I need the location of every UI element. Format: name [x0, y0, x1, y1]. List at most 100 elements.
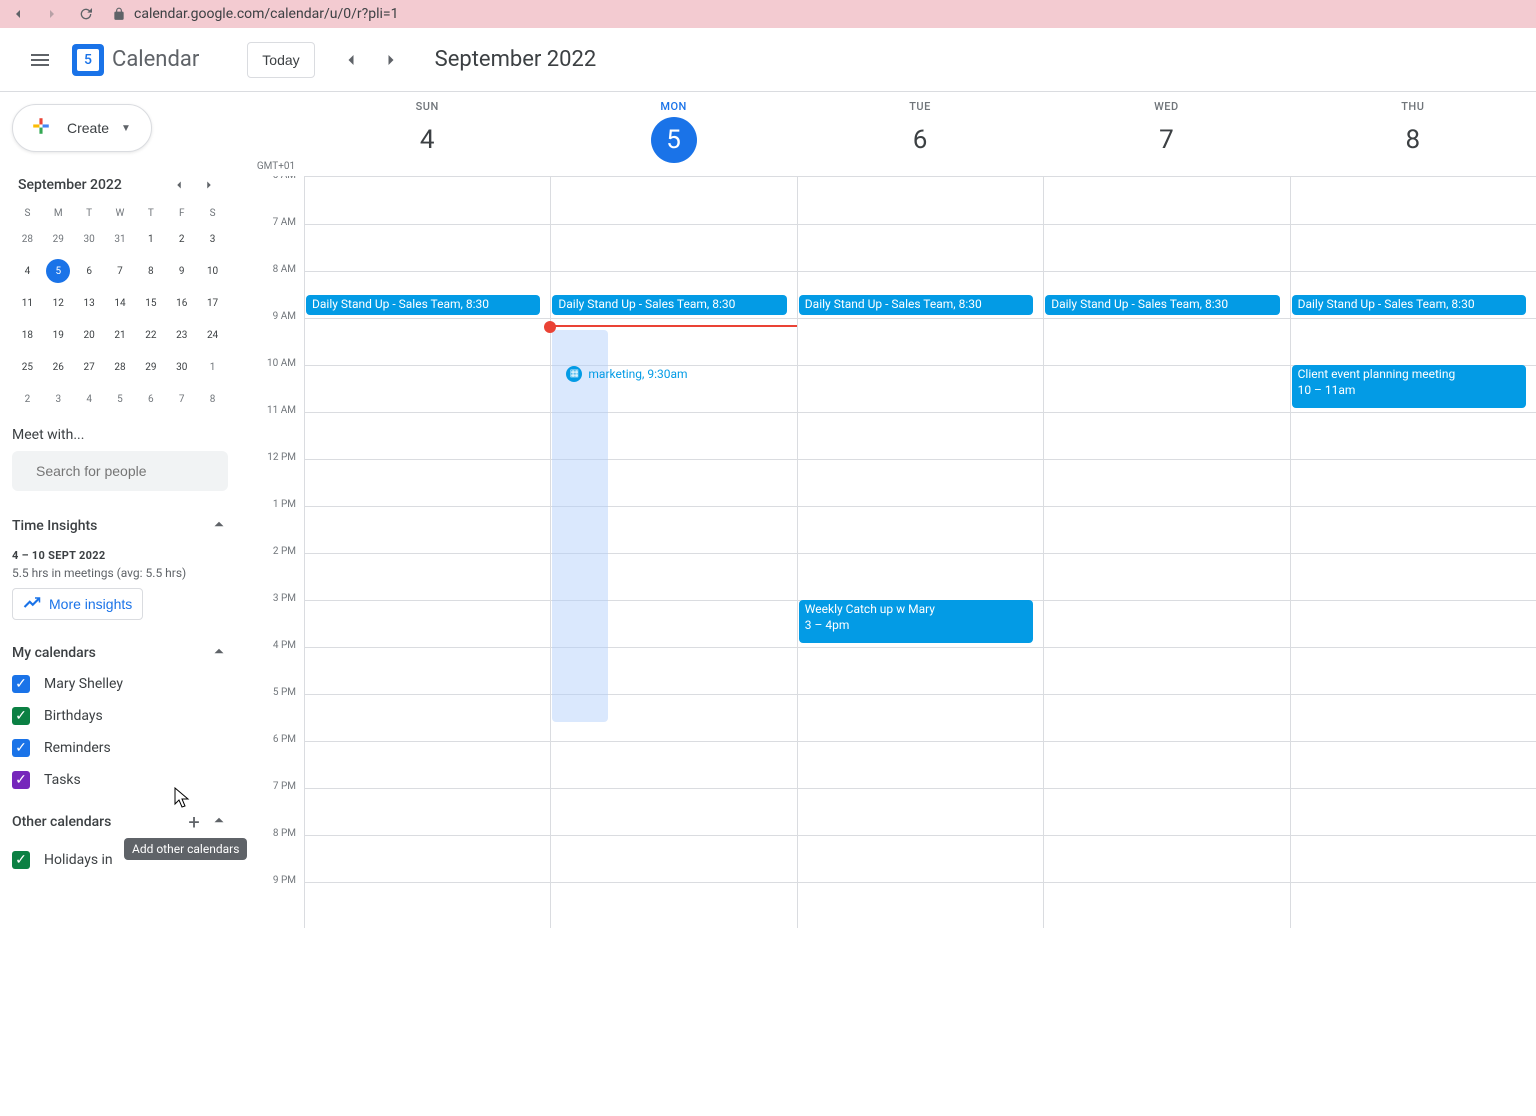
day-header-cell[interactable]: WED7	[1043, 92, 1289, 176]
mini-day[interactable]: 10	[201, 259, 225, 283]
mini-day[interactable]: 29	[139, 355, 163, 379]
mini-day[interactable]: 16	[170, 291, 194, 315]
mini-day[interactable]: 30	[77, 227, 101, 251]
mini-day[interactable]: 5	[46, 259, 70, 283]
mini-day[interactable]: 20	[77, 323, 101, 347]
mini-next-button[interactable]	[196, 172, 222, 198]
event-standup[interactable]: Daily Stand Up - Sales Team, 8:30	[552, 295, 786, 315]
calendar-item[interactable]: ✓Reminders	[12, 732, 228, 764]
mini-day[interactable]: 30	[170, 355, 194, 379]
checkbox[interactable]: ✓	[12, 851, 30, 869]
event-standup[interactable]: Daily Stand Up - Sales Team, 8:30	[1292, 295, 1526, 315]
mini-day[interactable]: 24	[201, 323, 225, 347]
my-calendars-header[interactable]: My calendars	[12, 638, 228, 668]
mini-day[interactable]: 2	[170, 227, 194, 251]
mini-day[interactable]: 9	[170, 259, 194, 283]
day-column[interactable]	[797, 177, 1043, 928]
event-marketing[interactable]: ▦marketing, 9:30am	[566, 366, 687, 382]
time-label: 6 PM	[248, 734, 304, 781]
mini-day[interactable]: 8	[201, 387, 225, 411]
mini-day[interactable]: 8	[139, 259, 163, 283]
checkbox[interactable]: ✓	[12, 707, 30, 725]
mini-day[interactable]: 11	[15, 291, 39, 315]
mini-day[interactable]: 31	[108, 227, 132, 251]
forward-icon[interactable]	[44, 6, 60, 22]
calendar-item[interactable]: ✓Tasks	[12, 764, 228, 796]
reload-icon[interactable]	[78, 6, 94, 22]
mini-day[interactable]: 27	[77, 355, 101, 379]
mini-day[interactable]: 4	[15, 259, 39, 283]
mini-day[interactable]: 29	[46, 227, 70, 251]
mini-day[interactable]: 6	[139, 387, 163, 411]
mini-day[interactable]: 18	[15, 323, 39, 347]
mini-day[interactable]: 6	[77, 259, 101, 283]
day-column[interactable]	[1290, 177, 1536, 928]
mini-day[interactable]: 26	[46, 355, 70, 379]
mini-day[interactable]: 19	[46, 323, 70, 347]
today-button[interactable]: Today	[247, 42, 314, 78]
mini-prev-button[interactable]	[166, 172, 192, 198]
day-header-cell[interactable]: THU8	[1290, 92, 1536, 176]
more-insights-button[interactable]: More insights	[12, 588, 143, 620]
plus-icon	[27, 112, 55, 144]
mini-day[interactable]: 5	[108, 387, 132, 411]
mini-day[interactable]: 13	[77, 291, 101, 315]
prev-period-button[interactable]	[335, 44, 367, 76]
time-label: 6 AM	[248, 176, 304, 217]
event-client-planning[interactable]: Client event planning meeting10 – 11am	[1292, 365, 1526, 408]
mini-calendar-title: September 2022	[18, 177, 122, 193]
mini-dow: M	[43, 208, 74, 219]
mini-day[interactable]: 28	[108, 355, 132, 379]
mini-day[interactable]: 3	[201, 227, 225, 251]
day-column[interactable]	[304, 177, 550, 928]
search-people-input[interactable]	[36, 463, 217, 479]
event-standup[interactable]: Daily Stand Up - Sales Team, 8:30	[306, 295, 540, 315]
create-button[interactable]: Create ▼	[12, 104, 152, 152]
day-header-cell[interactable]: SUN4	[304, 92, 550, 176]
address-bar[interactable]: calendar.google.com/calendar/u/0/r?pli=1	[112, 6, 398, 22]
mini-day[interactable]: 21	[108, 323, 132, 347]
main-menu-button[interactable]	[16, 36, 64, 84]
time-insights-header[interactable]: Time Insights	[12, 511, 228, 541]
event-standup[interactable]: Daily Stand Up - Sales Team, 8:30	[1045, 295, 1279, 315]
mini-day[interactable]: 14	[108, 291, 132, 315]
add-other-calendars-button[interactable]: +	[182, 810, 206, 834]
mini-day[interactable]: 7	[170, 387, 194, 411]
event-standup[interactable]: Daily Stand Up - Sales Team, 8:30	[799, 295, 1033, 315]
week-grid[interactable]: Daily Stand Up - Sales Team, 8:30 Daily S…	[304, 176, 1536, 928]
mini-day[interactable]: 17	[201, 291, 225, 315]
mini-day[interactable]: 2	[15, 387, 39, 411]
event-weekly-catchup[interactable]: Weekly Catch up w Mary3 – 4pm	[799, 600, 1033, 643]
chevron-up-icon[interactable]	[210, 811, 228, 833]
back-icon[interactable]	[10, 6, 26, 22]
next-period-button[interactable]	[375, 44, 407, 76]
search-people-box[interactable]	[12, 451, 228, 491]
mini-day[interactable]: 12	[46, 291, 70, 315]
mini-day[interactable]: 1	[139, 227, 163, 251]
mini-day[interactable]: 7	[108, 259, 132, 283]
calendar-item[interactable]: ✓Birthdays	[12, 700, 228, 732]
meet-with-title: Meet with...	[12, 427, 228, 443]
mini-day[interactable]: 25	[15, 355, 39, 379]
app-logo[interactable]: 5 Calendar	[72, 44, 199, 76]
date-number: 6	[897, 117, 943, 163]
mini-day[interactable]: 22	[139, 323, 163, 347]
mini-day[interactable]: 23	[170, 323, 194, 347]
mini-day[interactable]: 3	[46, 387, 70, 411]
mini-dow: W	[105, 208, 136, 219]
calendar-item[interactable]: ✓Mary Shelley	[12, 668, 228, 700]
mini-day[interactable]: 28	[15, 227, 39, 251]
checkbox[interactable]: ✓	[12, 771, 30, 789]
time-selection[interactable]	[552, 330, 607, 722]
day-header-cell[interactable]: MON5	[550, 92, 796, 176]
checkbox[interactable]: ✓	[12, 739, 30, 757]
grid-icon: ▦	[566, 366, 582, 382]
mini-day[interactable]: 4	[77, 387, 101, 411]
mini-dow: S	[12, 208, 43, 219]
checkbox[interactable]: ✓	[12, 675, 30, 693]
tooltip: Add other calendars	[124, 838, 247, 860]
day-header-cell[interactable]: TUE6	[797, 92, 1043, 176]
day-column[interactable]	[1043, 177, 1289, 928]
mini-day[interactable]: 1	[201, 355, 225, 379]
mini-day[interactable]: 15	[139, 291, 163, 315]
